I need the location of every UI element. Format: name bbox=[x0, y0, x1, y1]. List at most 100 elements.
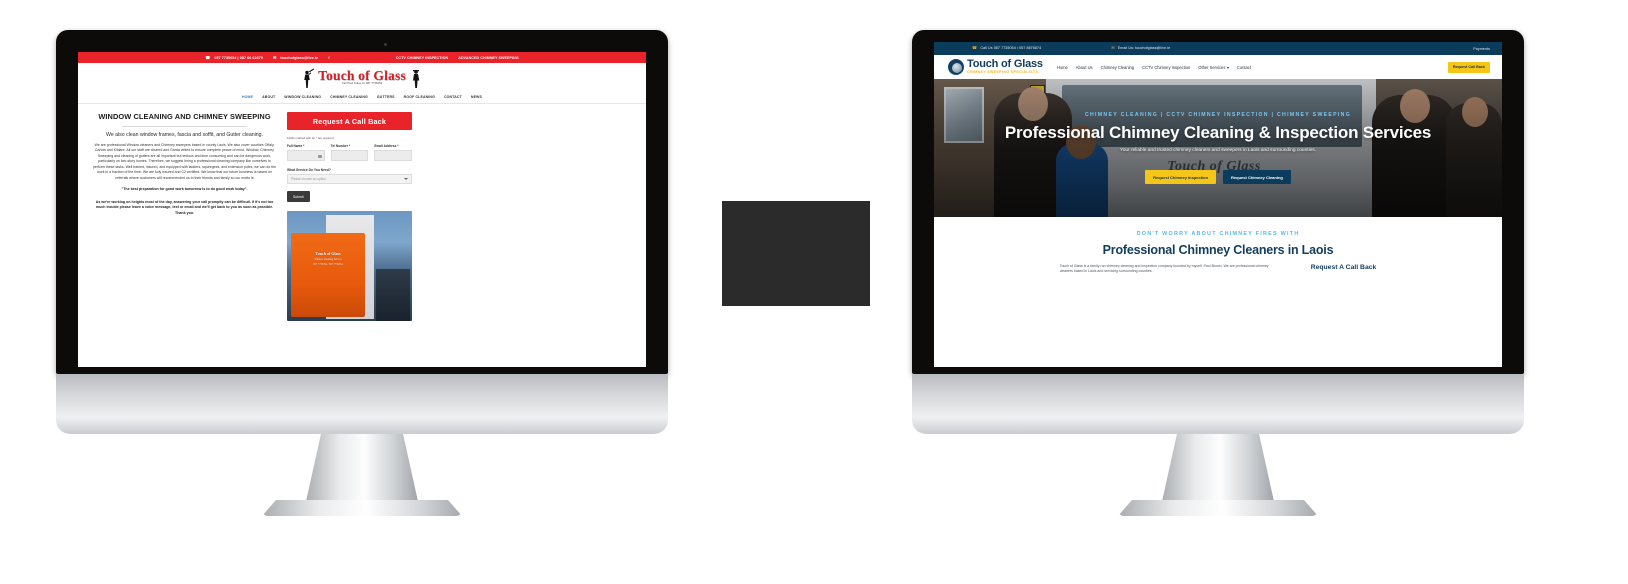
old-email-group[interactable]: ✉ touchofglass@live.ie bbox=[273, 55, 319, 60]
new-logo[interactable]: Touch of Glass CHIMNEY SWEEPING SPECIALI… bbox=[948, 59, 1043, 75]
chimney-sweep-right-icon bbox=[412, 69, 420, 88]
webcam-dot bbox=[384, 43, 387, 46]
new-nav-item-chimney-cleaning[interactable]: Chimney Cleaning bbox=[1101, 65, 1134, 70]
new-nav-other-services-label: Other Services bbox=[1198, 64, 1226, 70]
old-nav-item-news[interactable]: NEWS bbox=[471, 95, 482, 99]
full-name-input[interactable] bbox=[287, 150, 325, 161]
divider bbox=[122, 126, 247, 128]
email-address-input[interactable] bbox=[374, 150, 413, 161]
service-select-value: Please choose an option bbox=[291, 177, 326, 181]
header-request-call-back-button[interactable]: Request Call Back bbox=[1447, 61, 1490, 73]
imac-mockup-new-site: ☎ Call Us 087 7735054 / 057 8876874 ✉ Em… bbox=[912, 30, 1524, 542]
van-title: Touch of Glass bbox=[315, 251, 341, 256]
new-website: ☎ Call Us 087 7735054 / 057 8876874 ✉ Em… bbox=[934, 42, 1502, 367]
hero-title: Professional Chimney Cleaning & Inspecti… bbox=[1004, 122, 1432, 142]
old-phone-text: 057 7735054 | 087 66 62879 bbox=[214, 55, 263, 60]
monitor-neck bbox=[1161, 434, 1275, 506]
new-main-nav: Home About Us Chimney Cleaning CCTV Chim… bbox=[1057, 65, 1251, 70]
email-address-label: Email Address * bbox=[374, 144, 399, 148]
monitor-chin bbox=[912, 374, 1524, 434]
old-nav-item-window-cleaning[interactable]: WINDOW CLEANING bbox=[284, 95, 321, 99]
van-branding-text: Touch of Glass Window Cleaning Service 0… bbox=[295, 251, 361, 266]
chevron-down-icon bbox=[404, 178, 408, 180]
old-quote: "The best preparation for good work tomo… bbox=[121, 186, 248, 191]
intro-paragraph: Touch of Glass is a family-run chimney c… bbox=[1059, 264, 1269, 274]
old-logo-title: Touch of Glass bbox=[318, 68, 406, 84]
old-page-title: WINDOW CLEANING AND CHIMNEY SWEEPING bbox=[98, 112, 271, 121]
request-call-back-header[interactable]: Request A Call Back bbox=[287, 112, 412, 130]
chevron-down-icon bbox=[1226, 66, 1229, 69]
old-topbar-link-sweeping[interactable]: ADVANCED CHIMNEY SWEEPING bbox=[458, 56, 518, 60]
tel-number-label: Tel Number * bbox=[330, 144, 351, 148]
intro-eyebrow: DON'T WORRY ABOUT CHIMNEY FIRES WITH bbox=[1136, 231, 1300, 237]
van-phone: 057 7735054 / 087 7735054 bbox=[313, 263, 343, 267]
old-email-text: touchofglass@live.ie bbox=[280, 55, 319, 60]
new-nav-item-cctv-chimney-inspection[interactable]: CCTV Chimney Inspection bbox=[1142, 65, 1190, 70]
old-service-photo: Touch of Glass Window Cleaning Service 0… bbox=[287, 211, 412, 321]
new-logo-text: Touch of Glass CHIMNEY SWEEPING SPECIALI… bbox=[967, 59, 1043, 75]
old-top-contact-bar: ☎ 057 7735054 | 087 66 62879 ✉ touchofgl… bbox=[78, 52, 646, 63]
old-topbar-link-cctv[interactable]: CCTV CHIMNEY INSPECTION bbox=[396, 56, 449, 60]
placeholder-block bbox=[722, 201, 870, 306]
monitor-chin bbox=[56, 374, 668, 434]
van-subtitle: Window Cleaning Service bbox=[314, 258, 342, 261]
new-email-group[interactable]: ✉ Email Us: touchofglass@live.ie bbox=[1111, 45, 1171, 51]
old-nav-item-contact[interactable]: CONTACT bbox=[444, 95, 462, 99]
old-body: WINDOW CLEANING AND CHIMNEY SWEEPING We … bbox=[78, 104, 646, 321]
tel-number-input[interactable] bbox=[330, 150, 369, 161]
service-question-label: What Service Do You Need? bbox=[287, 168, 331, 172]
new-nav-item-home[interactable]: Home bbox=[1057, 65, 1068, 70]
old-phone-group[interactable]: ☎ 057 7735054 | 087 66 62879 bbox=[205, 55, 263, 60]
hero-subtitle: Your reliable and trusted chimney cleane… bbox=[1119, 148, 1317, 154]
email-address-field: Email Address * bbox=[374, 144, 413, 161]
request-chimney-cleaning-button[interactable]: Request Chimney Cleaning bbox=[1223, 170, 1291, 185]
full-name-field: Full Name * bbox=[287, 144, 325, 161]
old-nav-item-gutters[interactable]: GUTTERS bbox=[377, 95, 395, 99]
old-note: As we're working on heights most of the … bbox=[95, 199, 274, 215]
old-nav-item-chimney-cleaning[interactable]: CHIMNEY CLEANING bbox=[330, 95, 368, 99]
old-logo-tagline: Call Paul Today on 087 7735054 bbox=[341, 82, 383, 86]
new-site-header: Touch of Glass CHIMNEY SWEEPING SPECIALI… bbox=[934, 55, 1502, 79]
new-email-text: Email Us: touchofglass@live.ie bbox=[1117, 46, 1171, 51]
new-phone-group[interactable]: ☎ Call Us 087 7735054 / 057 8876874 bbox=[972, 46, 1041, 51]
imac-mockup-old-site: ☎ 057 7735054 | 087 66 62879 ✉ touchofgl… bbox=[56, 30, 668, 542]
facebook-icon[interactable]: f bbox=[328, 55, 329, 60]
required-fields-note: Fields marked with an * are required bbox=[287, 136, 334, 140]
hero-buttons: Request Chimney Inspection Request Chimn… bbox=[1145, 170, 1291, 185]
full-name-label: Full Name * bbox=[287, 144, 305, 148]
payments-label: Payments bbox=[1473, 46, 1490, 51]
old-main-nav: HOME ABOUT WINDOW CLEANING CHIMNEY CLEAN… bbox=[78, 92, 646, 104]
new-top-contact-bar: ☎ Call Us 087 7735054 / 057 8876874 ✉ Em… bbox=[934, 42, 1502, 55]
monitor-foot bbox=[1118, 500, 1318, 516]
intro-heading: Professional Chimney Cleaners in Laois bbox=[1102, 243, 1334, 257]
mail-icon: ✉ bbox=[1111, 45, 1115, 51]
new-nav-item-about-us[interactable]: About Us bbox=[1076, 65, 1093, 70]
chimney-sweep-left-icon bbox=[304, 68, 315, 88]
orange-van-shape bbox=[291, 233, 365, 317]
hero-banner: Touch of Glass CHIMNEY CLEANING | CCTV C… bbox=[934, 79, 1502, 217]
monitor-neck bbox=[305, 434, 419, 506]
new-nav-item-other-services[interactable]: Other Services bbox=[1198, 65, 1229, 70]
old-nav-item-about[interactable]: ABOUT bbox=[262, 95, 275, 99]
user-icon bbox=[317, 154, 322, 158]
old-nav-item-roof-cleaning[interactable]: ROOF CLEANING bbox=[404, 95, 435, 99]
old-logo-text: Touch of Glass Call Paul Today on 087 77… bbox=[318, 69, 406, 86]
new-logo-title: Touch of Glass bbox=[967, 58, 1043, 71]
callback-heading: Request A Call Back bbox=[1310, 264, 1377, 271]
screen-new-site: ☎ Call Us 087 7735054 / 057 8876874 ✉ Em… bbox=[934, 42, 1502, 367]
tel-number-field: Tel Number * bbox=[330, 144, 369, 161]
old-lead-text: We also clean window frames, fascia and … bbox=[106, 132, 263, 139]
hero-eyebrow: CHIMNEY CLEANING | CCTV CHIMNEY INSPECTI… bbox=[1084, 111, 1352, 118]
service-select[interactable]: Please choose an option bbox=[287, 174, 412, 184]
old-logo-area[interactable]: Touch of Glass Call Paul Today on 087 77… bbox=[78, 63, 646, 92]
monitor-foot bbox=[262, 500, 462, 516]
old-website: ☎ 057 7735054 | 087 66 62879 ✉ touchofgl… bbox=[78, 52, 646, 367]
submit-button[interactable]: Submit bbox=[287, 191, 310, 202]
new-nav-item-contact[interactable]: Contact bbox=[1237, 65, 1251, 70]
hero-content: CHIMNEY CLEANING | CCTV CHIMNEY INSPECTI… bbox=[934, 79, 1502, 217]
crest-icon bbox=[948, 59, 964, 75]
old-form-column: Request A Call Back Fields marked with a… bbox=[287, 112, 413, 321]
request-chimney-inspection-button[interactable]: Request Chimney Inspection bbox=[1145, 170, 1217, 185]
payments-link[interactable]: Payments bbox=[1473, 47, 1490, 51]
old-nav-item-home[interactable]: HOME bbox=[242, 95, 253, 99]
